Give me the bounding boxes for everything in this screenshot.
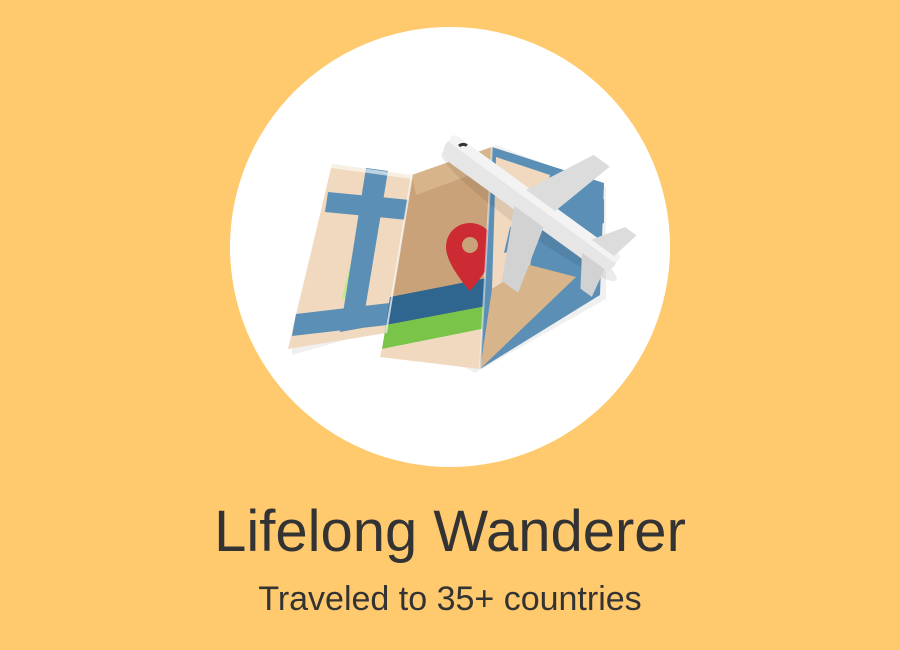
map-with-airplane-icon — [288, 135, 637, 373]
badge-title: Lifelong Wanderer — [214, 499, 686, 564]
badge-subtitle: Traveled to 35+ countries — [258, 580, 642, 618]
